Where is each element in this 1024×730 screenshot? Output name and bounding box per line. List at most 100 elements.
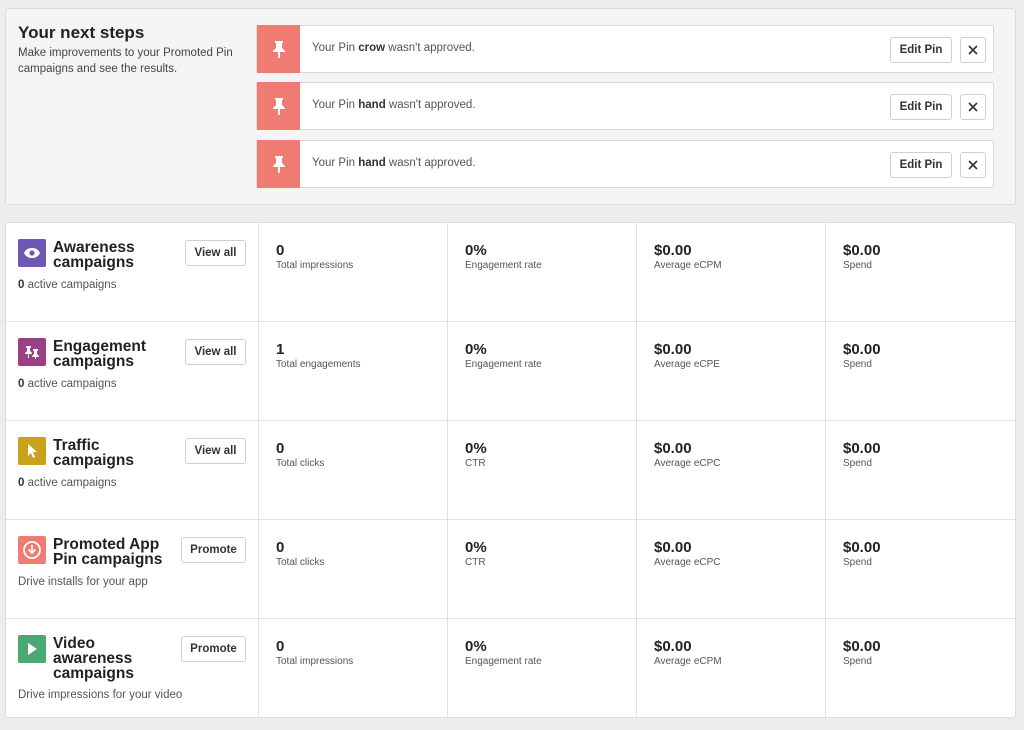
metric-value: 1 bbox=[276, 341, 285, 358]
eye-icon bbox=[18, 239, 46, 267]
metric-cell: 0 Total impressions bbox=[259, 223, 448, 321]
pin-name: crow bbox=[358, 42, 386, 54]
metric-label: Total impressions bbox=[276, 260, 354, 271]
notification-text: Your Pin hand wasn't approved. bbox=[312, 99, 476, 111]
edit-pin-button[interactable]: Edit Pin bbox=[890, 94, 952, 120]
campaign-info: Awareness campaigns 0 active campaigns V… bbox=[6, 223, 259, 321]
metric-label: Engagement rate bbox=[465, 359, 542, 370]
metric-label: Average eCPC bbox=[654, 458, 721, 469]
metric-value: 0% bbox=[465, 341, 487, 358]
pin-name: hand bbox=[358, 157, 386, 169]
metric-cell: 0 Total clicks bbox=[259, 421, 448, 519]
campaign-name: Engagement campaigns bbox=[53, 338, 147, 370]
metric-cell: 0% Engagement rate bbox=[448, 223, 637, 321]
campaign-subtext: Drive impressions for your video bbox=[18, 689, 183, 701]
campaign-row-awareness: Awareness campaigns 0 active campaigns V… bbox=[6, 223, 1015, 322]
metric-value: 0 bbox=[276, 539, 285, 556]
metric-cell: 1 Total engagements bbox=[259, 322, 448, 420]
metric-value: 0% bbox=[465, 539, 487, 556]
notification-text: Your Pin crow wasn't approved. bbox=[312, 42, 475, 54]
metric-value: 0% bbox=[465, 242, 487, 259]
metric-value: $0.00 bbox=[654, 242, 692, 259]
metric-value: $0.00 bbox=[654, 341, 692, 358]
campaign-row-app-pin: Promoted App Pin campaigns Drive install… bbox=[6, 520, 1015, 619]
view-all-button[interactable]: View all bbox=[185, 240, 246, 266]
metric-label: Spend bbox=[843, 557, 872, 568]
metric-cell: $0.00 Average eCPC bbox=[637, 421, 826, 519]
campaign-subtext: 0 active campaigns bbox=[18, 279, 117, 291]
metric-label: Average eCPE bbox=[654, 359, 720, 370]
promote-button[interactable]: Promote bbox=[181, 636, 246, 662]
dismiss-button[interactable] bbox=[960, 94, 986, 120]
campaign-row-traffic: Traffic campaigns 0 active campaigns Vie… bbox=[6, 421, 1015, 520]
metric-label: Total impressions bbox=[276, 656, 354, 667]
metric-label: Spend bbox=[843, 359, 872, 370]
campaign-row-video: Video awareness campaigns Drive impressi… bbox=[6, 619, 1015, 717]
metric-cell: $0.00 Spend bbox=[826, 619, 1015, 717]
notification-item: Your Pin hand wasn't approved. Edit Pin bbox=[256, 140, 994, 188]
campaign-subtext: 0 active campaigns bbox=[18, 477, 117, 489]
metric-cell: $0.00 Spend bbox=[826, 421, 1015, 519]
metric-cell: $0.00 Average eCPC bbox=[637, 520, 826, 618]
campaign-name: Traffic campaigns bbox=[53, 437, 134, 469]
campaign-subtext: 0 active campaigns bbox=[18, 378, 117, 390]
notification-item: Your Pin crow wasn't approved. Edit Pin bbox=[256, 25, 994, 73]
dismiss-button[interactable] bbox=[960, 152, 986, 178]
campaign-info: Promoted App Pin campaigns Drive install… bbox=[6, 520, 259, 618]
metric-label: CTR bbox=[465, 557, 486, 568]
campaign-subtext: Drive installs for your app bbox=[18, 576, 148, 588]
close-icon bbox=[968, 160, 978, 170]
promote-button[interactable]: Promote bbox=[181, 537, 246, 563]
metric-cell: 0% CTR bbox=[448, 421, 637, 519]
metric-value: 0% bbox=[465, 638, 487, 655]
pin-name: hand bbox=[358, 99, 386, 111]
metric-label: Total engagements bbox=[276, 359, 361, 370]
view-all-button[interactable]: View all bbox=[185, 339, 246, 365]
notification-item: Your Pin hand wasn't approved. Edit Pin bbox=[256, 82, 994, 130]
pushpin-icon bbox=[257, 82, 300, 130]
metric-value: $0.00 bbox=[654, 638, 692, 655]
view-all-button[interactable]: View all bbox=[185, 438, 246, 464]
metric-cell: $0.00 Average eCPM bbox=[637, 619, 826, 717]
metric-value: 0% bbox=[465, 440, 487, 457]
metric-label: Spend bbox=[843, 260, 872, 271]
metric-label: CTR bbox=[465, 458, 486, 469]
engagement-pin-icon bbox=[18, 338, 46, 366]
metric-cell: 0% Engagement rate bbox=[448, 322, 637, 420]
metric-value: $0.00 bbox=[654, 539, 692, 556]
dismiss-button[interactable] bbox=[960, 37, 986, 63]
metric-value: 0 bbox=[276, 242, 285, 259]
metric-value: $0.00 bbox=[843, 242, 881, 259]
metric-cell: 0 Total clicks bbox=[259, 520, 448, 618]
metric-label: Average eCPC bbox=[654, 557, 721, 568]
metric-label: Spend bbox=[843, 458, 872, 469]
download-icon bbox=[18, 536, 46, 564]
metric-value: $0.00 bbox=[843, 638, 881, 655]
metric-label: Engagement rate bbox=[465, 260, 542, 271]
edit-pin-button[interactable]: Edit Pin bbox=[890, 152, 952, 178]
metric-cell: $0.00 Spend bbox=[826, 520, 1015, 618]
metric-label: Total clicks bbox=[276, 458, 325, 469]
campaign-name: Video awareness campaigns bbox=[53, 635, 134, 682]
notification-text: Your Pin hand wasn't approved. bbox=[312, 157, 476, 169]
metric-cell: $0.00 Average eCPM bbox=[637, 223, 826, 321]
metric-value: 0 bbox=[276, 440, 285, 457]
metric-label: Engagement rate bbox=[465, 656, 542, 667]
close-icon bbox=[968, 45, 978, 55]
next-steps-description: Make improvements to your Promoted Pin c… bbox=[18, 47, 233, 75]
campaign-row-engagement: Engagement campaigns 0 active campaigns … bbox=[6, 322, 1015, 421]
campaigns-table: Awareness campaigns 0 active campaigns V… bbox=[5, 222, 1016, 718]
campaign-info: Traffic campaigns 0 active campaigns Vie… bbox=[6, 421, 259, 519]
metric-label: Average eCPM bbox=[654, 260, 722, 271]
metric-value: $0.00 bbox=[843, 539, 881, 556]
metric-cell: 0% Engagement rate bbox=[448, 619, 637, 717]
metric-cell: 0 Total impressions bbox=[259, 619, 448, 717]
next-steps-title: Your next steps bbox=[18, 23, 145, 42]
metric-cell: $0.00 Spend bbox=[826, 322, 1015, 420]
metric-label: Spend bbox=[843, 656, 872, 667]
metric-cell: $0.00 Spend bbox=[826, 223, 1015, 321]
pushpin-icon bbox=[257, 140, 300, 188]
edit-pin-button[interactable]: Edit Pin bbox=[890, 37, 952, 63]
metric-value: $0.00 bbox=[843, 440, 881, 457]
metric-value: $0.00 bbox=[654, 440, 692, 457]
